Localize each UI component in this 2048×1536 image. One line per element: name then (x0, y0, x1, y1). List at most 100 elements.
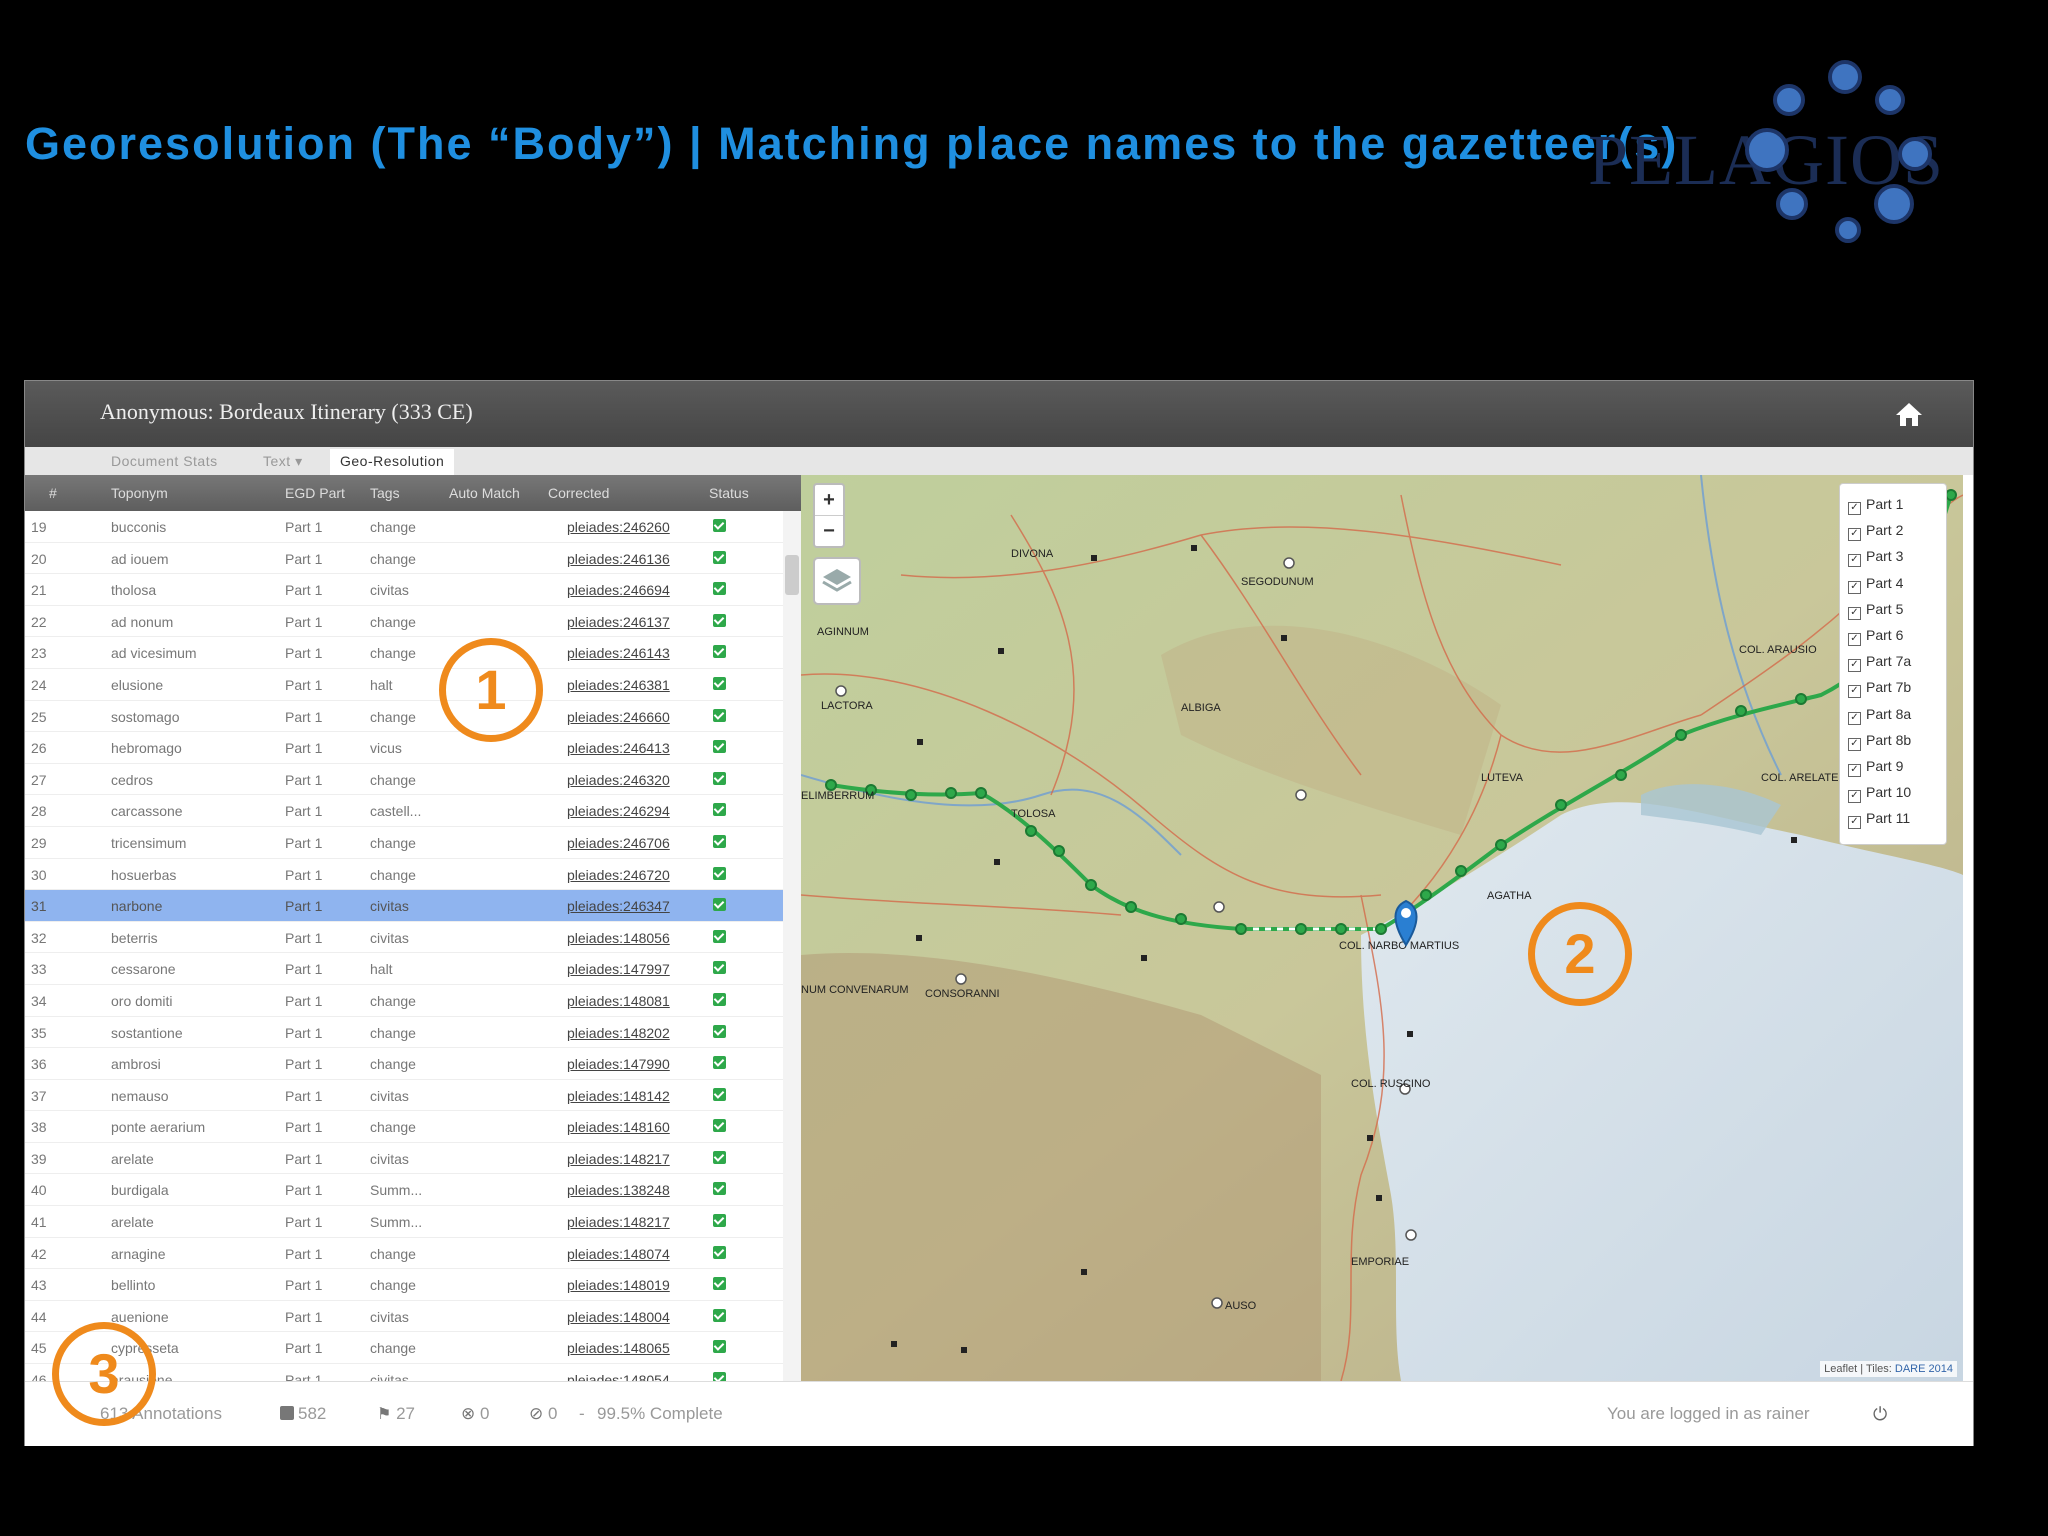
attribution-link[interactable]: DARE 2014 (1895, 1363, 1953, 1375)
table-row[interactable]: 37 nemauso Part 1 civitas pleiades:148142 (25, 1080, 783, 1112)
status-verified-icon[interactable] (713, 1182, 726, 1196)
table-row[interactable]: 34 oro domiti Part 1 change pleiades:148081 (25, 985, 783, 1017)
tab-geo-resolution[interactable]: Geo-Resolution (330, 449, 455, 475)
status-verified-icon[interactable] (713, 961, 726, 975)
status-verified-icon[interactable] (713, 1024, 726, 1038)
table-row[interactable]: 33 cessarone Part 1 halt pleiades:147997 (25, 953, 783, 985)
status-verified-icon[interactable] (713, 1277, 726, 1291)
corrected-link[interactable]: pleiades:148054 (567, 1372, 670, 1381)
home-icon[interactable] (1895, 401, 1923, 427)
table-row[interactable]: 38 ponte aerarium Part 1 change pleiades:148… (25, 1111, 783, 1143)
tab-text[interactable]: Text ▾ (263, 453, 303, 470)
table-row[interactable]: 19 bucconis Part 1 change pleiades:246260 (25, 511, 783, 543)
corrected-link[interactable]: pleiades:148074 (567, 1246, 670, 1262)
status-verified-icon[interactable] (713, 708, 726, 722)
table-row[interactable]: 20 ad iouem Part 1 change pleiades:246136 (25, 543, 783, 575)
status-verified-icon[interactable] (713, 1245, 726, 1259)
status-verified-icon[interactable] (713, 1340, 726, 1354)
legend-item[interactable]: ✓ Part 4 (1848, 575, 1903, 594)
status-verified-icon[interactable] (713, 866, 726, 880)
legend-item[interactable]: ✓ Part 1 (1848, 496, 1903, 515)
col-egd-part[interactable]: EGD Part (285, 485, 345, 501)
legend-item[interactable]: ✓ Part 10 (1848, 784, 1911, 804)
status-verified-icon[interactable] (713, 519, 726, 532)
corrected-link[interactable]: pleiades:148160 (567, 1119, 670, 1135)
table-row[interactable]: 35 sostantione Part 1 change pleiades:148202 (25, 1017, 783, 1049)
zoom-in-button[interactable]: + (815, 485, 843, 516)
table-row[interactable]: 40 burdigala Part 1 Summ... pleiades:138248 (25, 1174, 783, 1207)
checkbox-icon[interactable]: ✓ (1848, 685, 1861, 699)
status-verified-icon[interactable] (713, 1308, 726, 1322)
table-row[interactable]: 36 ambrosi Part 1 change pleiades:147990 (25, 1048, 783, 1080)
corrected-link[interactable]: pleiades:148056 (567, 930, 670, 946)
checkbox-icon[interactable]: ✓ (1848, 764, 1861, 777)
corrected-link[interactable]: pleiades:246694 (567, 582, 670, 598)
status-verified-icon[interactable] (713, 613, 726, 627)
status-verified-icon[interactable] (713, 898, 726, 912)
status-verified-icon[interactable] (713, 1087, 726, 1101)
corrected-link[interactable]: pleiades:148019 (567, 1277, 670, 1293)
corrected-link[interactable]: pleiades:246660 (567, 709, 670, 725)
table-row[interactable]: 32 beterris Part 1 civitas pleiades:148056 (25, 922, 783, 954)
legend-item[interactable]: ✓ Part 11 (1848, 810, 1910, 830)
map-view[interactable]: DIVONA SEGODUNUM AGINNUM LACTORA ELIMBER… (801, 475, 1963, 1381)
legend-item[interactable]: ✓ Part 7a (1848, 653, 1911, 673)
table-row[interactable]: 27 cedros Part 1 change pleiades:246320 (25, 764, 783, 796)
corrected-link[interactable]: pleiades:148217 (567, 1151, 670, 1167)
corrected-link[interactable]: pleiades:246706 (567, 835, 670, 851)
legend-item[interactable]: ✓ Part 9 (1848, 758, 1903, 777)
status-verified-icon[interactable] (713, 1372, 726, 1381)
table-row[interactable]: 39 arelate Part 1 civitas pleiades:148217 (25, 1143, 783, 1175)
legend-item[interactable]: ✓ Part 8b (1848, 732, 1911, 751)
checkbox-icon[interactable]: ✓ (1848, 502, 1861, 515)
corrected-link[interactable]: pleiades:148202 (567, 1025, 670, 1041)
status-verified-icon[interactable] (713, 676, 726, 690)
checkbox-icon[interactable]: ✓ (1848, 528, 1861, 542)
status-verified-icon[interactable] (713, 740, 726, 754)
layers-icon[interactable] (813, 557, 861, 605)
table-row[interactable]: 42 arnagine Part 1 change pleiades:148074 (25, 1238, 783, 1270)
table-row[interactable]: 24 elusione Part 1 halt pleiades:246381 (25, 669, 783, 701)
legend-item[interactable]: ✓ Part 7b (1848, 679, 1911, 699)
table-scrollbar[interactable] (783, 511, 801, 1381)
corrected-link[interactable]: pleiades:246347 (567, 898, 670, 914)
status-verified-icon[interactable] (713, 1214, 726, 1228)
corrected-link[interactable]: pleiades:246294 (567, 803, 670, 819)
corrected-link[interactable]: pleiades:148142 (567, 1088, 670, 1104)
table-row[interactable]: 26 hebromago Part 1 vicus pleiades:246413 (25, 732, 783, 764)
corrected-link[interactable]: pleiades:246260 (567, 519, 670, 535)
status-verified-icon[interactable] (713, 645, 726, 659)
corrected-link[interactable]: pleiades:246381 (567, 677, 670, 693)
checkbox-icon[interactable]: ✓ (1848, 633, 1861, 646)
corrected-link[interactable]: pleiades:147990 (567, 1056, 670, 1072)
table-row[interactable]: 23 ad vicesimum Part 1 change pleiades:24614… (25, 637, 783, 669)
table-row[interactable]: 29 tricensimum Part 1 change pleiades:246706 (25, 827, 783, 859)
col-toponym[interactable]: Toponym (111, 485, 168, 501)
status-verified-icon[interactable] (713, 992, 726, 1006)
status-verified-icon[interactable] (713, 771, 726, 785)
status-verified-icon[interactable] (713, 834, 726, 848)
legend-item[interactable]: ✓ Part 8a (1848, 706, 1911, 725)
scrollbar-thumb[interactable] (785, 555, 799, 595)
col-corrected[interactable]: Corrected (548, 485, 609, 501)
zoom-out-button[interactable]: − (815, 516, 843, 546)
table-row[interactable]: 28 carcassone Part 1 castell... pleiades:246… (25, 795, 783, 827)
corrected-link[interactable]: pleiades:148065 (567, 1340, 670, 1356)
corrected-link[interactable]: pleiades:138248 (567, 1182, 670, 1198)
checkbox-icon[interactable]: ✓ (1848, 606, 1861, 620)
status-verified-icon[interactable] (713, 803, 726, 817)
corrected-link[interactable]: pleiades:148004 (567, 1309, 670, 1325)
checkbox-icon[interactable]: ✓ (1848, 711, 1861, 725)
corrected-link[interactable]: pleiades:246320 (567, 772, 670, 788)
table-row[interactable]: 30 hosuerbas Part 1 change pleiades:246720 (25, 859, 783, 891)
corrected-link[interactable]: pleiades:246413 (567, 740, 670, 756)
corrected-link[interactable]: pleiades:246137 (567, 614, 670, 630)
checkbox-icon[interactable]: ✓ (1848, 554, 1861, 568)
status-verified-icon[interactable] (713, 929, 726, 943)
legend-item[interactable]: ✓ Part 2 (1848, 522, 1903, 542)
status-verified-icon[interactable] (713, 550, 726, 564)
checkbox-icon[interactable]: ✓ (1848, 790, 1861, 804)
status-verified-icon[interactable] (713, 1150, 726, 1164)
map-canvas[interactable]: DIVONA SEGODUNUM AGINNUM LACTORA ELIMBER… (801, 475, 1963, 1381)
col-tags[interactable]: Tags (370, 485, 400, 501)
